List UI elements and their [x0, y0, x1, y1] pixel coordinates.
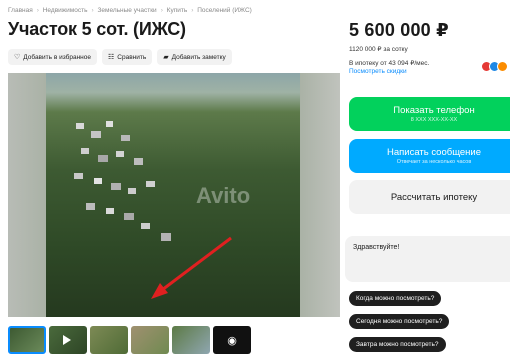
calculate-mortgage-label: Рассчитать ипотеку	[390, 191, 478, 203]
add-favorite-button[interactable]: ♡ Добавить в избранное	[8, 49, 97, 65]
thumbnail[interactable]	[172, 326, 210, 354]
bank-logo-icon	[497, 61, 508, 72]
breadcrumb-separator: ›	[91, 7, 94, 14]
show-phone-label: Показать телефон	[393, 105, 475, 116]
write-message-button[interactable]: Написать сообщение Отвечает за несколько…	[349, 139, 510, 173]
breadcrumb-buy[interactable]: Купить	[167, 7, 188, 14]
price: 5 600 000 ₽	[349, 20, 449, 40]
breadcrumb-separator: ›	[191, 7, 194, 14]
breadcrumb-separator: ›	[36, 7, 39, 14]
breadcrumb-land[interactable]: Земельные участки	[97, 7, 156, 14]
mortgage-monthly: В ипотеку от 43 094 ₽/мес.	[349, 60, 430, 67]
more-photos-button[interactable]: ◉	[213, 326, 251, 354]
bank-logos	[481, 61, 508, 72]
photo-watermark: Avito	[196, 183, 251, 208]
chat-greeting: Здравствуйте!	[353, 244, 400, 251]
arrow-icon	[151, 236, 232, 299]
price-per-sotka: 1120 000 ₽ за сотку	[349, 46, 408, 53]
add-favorite-label: Добавить в избранное	[23, 53, 91, 61]
video-thumbnail[interactable]	[49, 326, 87, 354]
quick-question-chip[interactable]: Завтра можно посмотреть?	[349, 337, 446, 352]
thumbnail[interactable]	[90, 326, 128, 354]
main-photo[interactable]: Avito	[46, 73, 300, 317]
thumbnail[interactable]	[8, 326, 46, 354]
breadcrumb-realty[interactable]: Недвижимость	[43, 7, 88, 14]
breadcrumb: Главная › Недвижимость › Земельные участки…	[8, 7, 254, 14]
breadcrumb-separator: ›	[160, 7, 163, 14]
quick-question-chip[interactable]: Сегодня можно посмотреть?	[349, 314, 450, 329]
mortgage-info: В ипотеку от 43 094 ₽/мес. Посмотреть ск…	[349, 60, 429, 76]
add-note-label: Добавить заметку	[171, 53, 226, 61]
compare-icon: ☷	[107, 53, 115, 61]
listing-actions: ♡ Добавить в избранное ☷ Сравнить ▰ Доба…	[8, 49, 232, 65]
photo-gallery[interactable]: Avito	[8, 73, 340, 317]
discounts-link[interactable]: Посмотреть скидки	[349, 68, 429, 76]
thumbnail[interactable]	[131, 326, 169, 354]
compare-button[interactable]: ☷ Сравнить	[101, 49, 153, 65]
quick-question-chip[interactable]: Когда можно посмотреть?	[349, 291, 442, 306]
heart-icon: ♡	[14, 53, 21, 61]
breadcrumb-home[interactable]: Главная	[8, 7, 33, 14]
show-phone-button[interactable]: Показать телефон 8 XXX XXX-XX-XX	[349, 97, 510, 131]
calculate-mortgage-button[interactable]: Рассчитать ипотеку	[349, 180, 510, 214]
response-time: Отвечает за несколько часов	[396, 159, 472, 165]
compare-label: Сравнить	[117, 53, 147, 61]
phone-mask: 8 XXX XXX-XX-XX	[410, 117, 458, 123]
play-icon	[63, 335, 71, 345]
breadcrumb-izhs[interactable]: Поселений (ИЖС)	[197, 7, 252, 14]
gallery-blur-left	[8, 73, 46, 317]
write-message-label: Написать сообщение	[386, 147, 482, 158]
camera-icon: ◉	[227, 334, 237, 347]
message-input[interactable]: Здравствуйте! ›	[345, 236, 510, 282]
note-icon: ▰	[163, 53, 169, 61]
thumbnail-strip: ◉	[8, 326, 251, 354]
page-title: Участок 5 сот. (ИЖС)	[8, 19, 186, 39]
gallery-blur-right	[300, 73, 340, 317]
add-note-button[interactable]: ▰ Добавить заметку	[157, 49, 232, 65]
